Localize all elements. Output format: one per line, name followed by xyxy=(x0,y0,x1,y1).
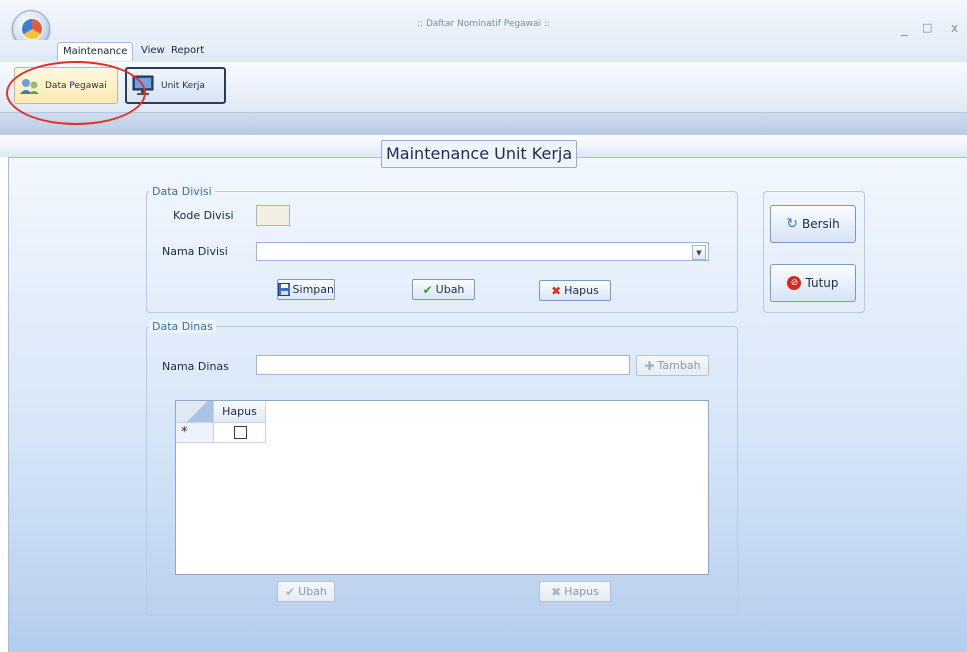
bersih-button[interactable]: ↻ Bersih xyxy=(770,205,856,243)
close-button[interactable]: x xyxy=(951,21,958,35)
simpan-button[interactable]: Simpan xyxy=(277,279,335,300)
dinas-grid[interactable]: Hapus * xyxy=(175,400,709,575)
kode-divisi-field xyxy=(256,205,290,226)
tambah-label: Tambah xyxy=(657,359,701,372)
save-icon xyxy=(278,283,290,296)
data-dinas-group-label: Data Dinas xyxy=(149,320,216,333)
chevron-down-icon[interactable]: ▼ xyxy=(692,245,706,260)
ubah-dinas-label: Ubah xyxy=(298,585,327,598)
form-title: Maintenance Unit Kerja xyxy=(381,140,578,168)
annotation-circle xyxy=(6,61,146,125)
check-icon: ✔ xyxy=(285,584,296,599)
nama-dinas-field[interactable] xyxy=(256,355,630,375)
ubah-divisi-button[interactable]: ✔ Ubah xyxy=(412,279,475,300)
ubah-divisi-label: Ubah xyxy=(435,283,465,296)
unit-kerja-label: Unit Kerja xyxy=(161,80,205,91)
tab-report[interactable]: Report xyxy=(166,42,209,60)
nama-dinas-label: Nama Dinas xyxy=(162,360,229,373)
grid-new-row-marker: * xyxy=(176,423,214,443)
tutup-button[interactable]: ⊘ Tutup xyxy=(770,264,856,302)
delete-icon: ✖ xyxy=(551,584,562,599)
tutup-label: Tutup xyxy=(805,276,839,290)
refresh-icon: ↻ xyxy=(786,216,798,232)
data-divisi-group-label: Data Divisi xyxy=(149,185,215,198)
hapus-dinas-button[interactable]: ✖ Hapus xyxy=(539,581,611,602)
ribbon-divider xyxy=(0,113,967,135)
maximize-button[interactable]: □ xyxy=(922,21,932,34)
tab-maintenance[interactable]: Maintenance xyxy=(57,42,134,61)
grid-column-header[interactable]: Hapus xyxy=(214,401,266,423)
kode-divisi-label: Kode Divisi xyxy=(173,209,234,222)
grid-corner-header[interactable] xyxy=(176,401,214,423)
delete-icon: ✖ xyxy=(551,283,562,298)
check-icon: ✔ xyxy=(422,282,433,297)
ubah-dinas-button[interactable]: ✔ Ubah xyxy=(277,581,335,602)
tab-view[interactable]: View xyxy=(136,42,170,60)
tambah-button[interactable]: ✚ Tambah xyxy=(636,355,709,376)
bersih-label: Bersih xyxy=(801,217,840,231)
add-icon: ✚ xyxy=(644,358,655,373)
minimize-button[interactable]: _ xyxy=(901,22,908,37)
hapus-divisi-label: Hapus xyxy=(564,284,599,297)
stop-icon: ⊘ xyxy=(787,276,802,290)
nama-divisi-combobox[interactable]: ▼ xyxy=(256,242,709,261)
hapus-dinas-label: Hapus xyxy=(564,585,599,598)
table-row xyxy=(214,423,266,443)
nama-divisi-label: Nama Divisi xyxy=(162,245,228,258)
hapus-divisi-button[interactable]: ✖ Hapus xyxy=(539,280,611,301)
window-title: :: Daftar Nominatif Pegawai :: xyxy=(417,19,550,29)
simpan-label: Simpan xyxy=(292,283,334,296)
hapus-checkbox[interactable] xyxy=(234,426,247,439)
